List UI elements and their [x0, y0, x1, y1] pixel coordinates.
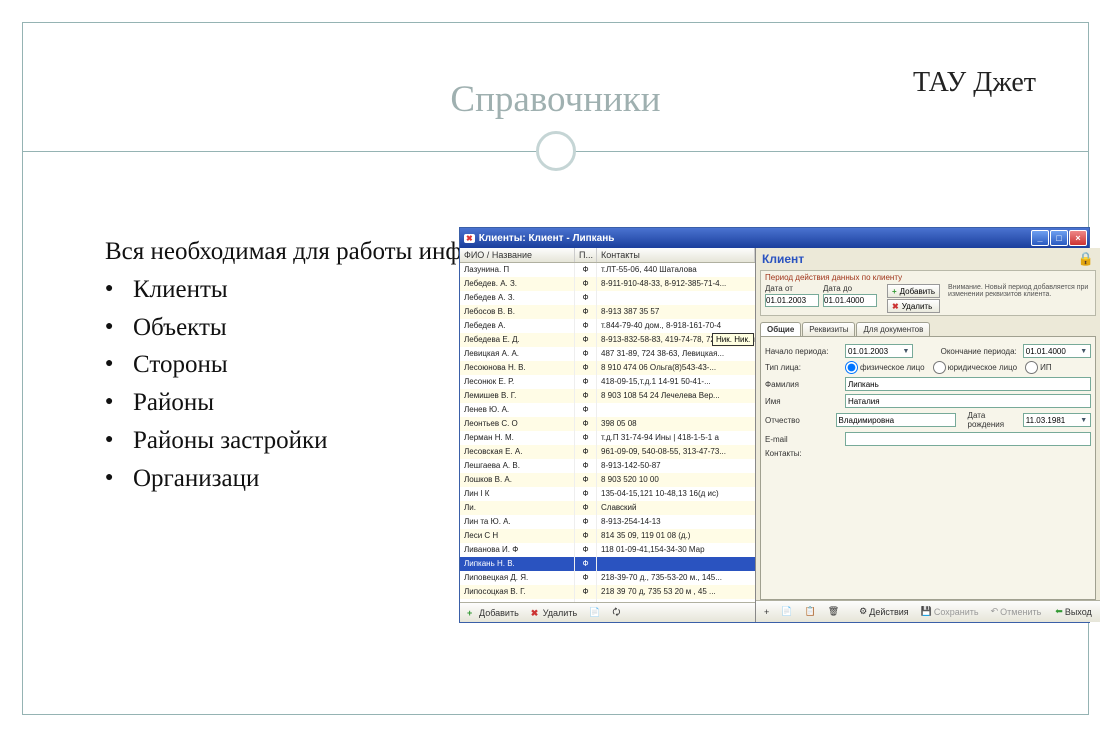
table-row[interactable]: Лесоюнова Н. В.Ф8 910 474 06 Ольга(8)543…	[460, 361, 755, 375]
table-row[interactable]: Ливанова И. ФФ118 01-09-41,154-34-30 Мар	[460, 543, 755, 557]
icon-button[interactable]: 📋	[799, 604, 820, 619]
table-row[interactable]: Лазунина. ПФт.ЛТ-55-06, 440 Шаталова	[460, 263, 755, 277]
x-icon: ✖	[531, 608, 541, 618]
period-start-combo[interactable]: ▼	[845, 344, 913, 358]
client-details-pane: Клиент 🔒 Период действия данных по клиен…	[756, 248, 1100, 622]
titlebar-text: Клиенты: Клиент - Липкань	[464, 233, 614, 244]
paste-icon: 📋	[804, 606, 815, 617]
plus-icon: +	[764, 607, 769, 617]
col-pol[interactable]: П...	[575, 248, 597, 262]
chevron-down-icon[interactable]: ▼	[1078, 345, 1090, 357]
table-row[interactable]: Липкань Н. В.Ф	[460, 557, 755, 571]
period-add-button[interactable]: +Добавить	[887, 284, 940, 298]
col-name[interactable]: ФИО / Название	[460, 248, 575, 262]
actions-button[interactable]: ⚙Действия	[854, 604, 914, 619]
window-maximize-button[interactable]: □	[1050, 230, 1068, 246]
decorative-circle	[536, 131, 576, 171]
copy-icon: 📄	[781, 606, 792, 617]
table-row[interactable]: Лесонюк Е. Р.Ф418-09-15,т.д.1 14-91 50-4…	[460, 375, 755, 389]
table-row[interactable]: Лебедев А. З.Ф	[460, 291, 755, 305]
icon-button[interactable]: 📄	[776, 604, 797, 619]
period-bar: Период действия данных по клиенту Дата о…	[760, 270, 1096, 316]
period-del-button[interactable]: ✖Удалить	[887, 299, 940, 313]
table-row[interactable]: Ленев Ю. А.Ф	[460, 403, 755, 417]
date-from-input[interactable]	[765, 294, 819, 307]
tab-requisites[interactable]: Реквизиты	[802, 322, 855, 336]
plus-icon: +	[892, 287, 897, 296]
copy-icon: 📄	[589, 607, 600, 618]
cancel-button[interactable]: ↶Отменить	[986, 604, 1047, 619]
tabs: Общие Реквизиты Для документов	[760, 322, 1096, 336]
tab-common[interactable]: Общие	[760, 322, 801, 336]
exit-button[interactable]: ⬅Выход	[1050, 604, 1096, 619]
lock-icon[interactable]: 🔒	[1078, 251, 1094, 267]
add-client-button[interactable]: +Добавить	[462, 606, 524, 620]
icon-button[interactable]: +	[759, 605, 774, 619]
radio-ip[interactable]: ИП	[1025, 361, 1052, 374]
table-row[interactable]: Лесовская Е. А.Ф961-09-09, 540-08-55, 31…	[460, 445, 755, 459]
table-row[interactable]: Лебедева Е. Д.Ф8-913-832-58-83, 419-74-7…	[460, 333, 755, 347]
period-end-combo[interactable]: ▼	[1023, 344, 1091, 358]
table-row[interactable]: Лемишев В. Г.Ф8 903 108 54 24 Лечелева В…	[460, 389, 755, 403]
brand-name: ТАУ Джет	[913, 67, 1036, 99]
email-input[interactable]	[845, 432, 1091, 446]
patronymic-input[interactable]	[836, 413, 956, 427]
pane-header: Клиент	[762, 252, 804, 266]
birthdate-combo[interactable]: ▼	[1023, 413, 1091, 427]
table-row[interactable]: Лебедев. А. З.Ф8-911-910-48-33, 8-912-38…	[460, 277, 755, 291]
table-row[interactable]: Лерман Н. М.Фт.д.П 31-74-94 Ины | 418-1-…	[460, 431, 755, 445]
refresh-button[interactable]: 🗘	[607, 603, 625, 623]
surname-input[interactable]	[845, 377, 1091, 391]
plus-icon: +	[467, 608, 477, 618]
grid-body[interactable]: Лазунина. ПФт.ЛТ-55-06, 440 ШаталоваЛебе…	[460, 263, 755, 602]
right-toolbar: + 📄 📋 🗑 ⚙Действия 💾Сохранить ↶Отменить ⬅…	[756, 600, 1100, 622]
period-note: Внимание. Новый период добавляется при и…	[944, 284, 1091, 298]
radio-yur[interactable]: юридическое лицо	[933, 361, 1017, 374]
table-row[interactable]: Липовецкая Д. Я.Ф218-39-70 д., 735-53-20…	[460, 571, 755, 585]
table-row[interactable]: Липосоцкая В. Г.Ф218 39 70 д, 735 53 20 …	[460, 585, 755, 599]
table-row[interactable]: Лошков В. А.Ф8 903 520 10 00	[460, 473, 755, 487]
left-toolbar: +Добавить ✖Удалить 📄 🗘	[460, 602, 755, 622]
name-input[interactable]	[845, 394, 1091, 408]
tooltip: Ник. Ник.	[712, 333, 754, 346]
tab-panel-common: Начало периода: ▼ Окончание периода: ▼ Т…	[760, 336, 1096, 600]
col-contacts[interactable]: Контакты	[597, 248, 755, 262]
refresh-icon: 🗘	[612, 605, 620, 621]
table-row[interactable]: Лебедев А.Фт.844-79-40 дом., 8-918-161-7…	[460, 319, 755, 333]
tab-documents[interactable]: Для документов	[856, 322, 930, 336]
table-row[interactable]: Леонтьев С. ОФ398 05 08	[460, 417, 755, 431]
copy-button[interactable]: 📄	[584, 605, 605, 620]
window-close-button[interactable]: ×	[1069, 230, 1087, 246]
slide: Справочники ТАУ Джет Вся необходимая для…	[0, 0, 1111, 737]
clients-grid-pane: ФИО / Название П... Контакты Лазунина. П…	[460, 248, 756, 622]
undo-icon: ↶	[991, 606, 999, 617]
save-icon: 💾	[921, 606, 932, 617]
window-minimize-button[interactable]: _	[1031, 230, 1049, 246]
radio-fiz[interactable]: физическое лицо	[845, 361, 925, 374]
grid-header: ФИО / Название П... Контакты	[460, 248, 755, 263]
delete-client-button[interactable]: ✖Удалить	[526, 606, 582, 620]
app-window: Клиенты: Клиент - Липкань _ □ × ФИО / На…	[459, 227, 1090, 623]
table-row[interactable]: Ли. ФСлавский	[460, 501, 755, 515]
icon-button[interactable]: 🗑	[823, 604, 844, 619]
table-row[interactable]: Лебосов В. В.Ф8-913 387 35 57	[460, 305, 755, 319]
titlebar[interactable]: Клиенты: Клиент - Липкань _ □ ×	[460, 228, 1089, 248]
gear-icon: ⚙	[859, 606, 867, 617]
table-row[interactable]: Лин I КФ135-04-15,121 10-48,13 16(д ис)	[460, 487, 755, 501]
period-caption: Период действия данных по клиенту	[765, 273, 1091, 282]
chevron-down-icon[interactable]: ▼	[1078, 414, 1090, 426]
exit-icon: ⬅	[1055, 606, 1063, 617]
slide-border: Справочники ТАУ Джет Вся необходимая для…	[22, 22, 1089, 715]
table-row[interactable]: Лин та Ю. А.Ф8-913-254-14-13	[460, 515, 755, 529]
chevron-down-icon[interactable]: ▼	[900, 345, 912, 357]
table-row[interactable]: Лешгаева А. В.Ф8-913-142-50-87	[460, 459, 755, 473]
x-icon: ✖	[892, 302, 899, 311]
date-to-input[interactable]	[823, 294, 877, 307]
delete-icon: 🗑	[828, 606, 839, 617]
save-button[interactable]: 💾Сохранить	[916, 604, 984, 619]
table-row[interactable]: Левицкая А. А.Ф487 31-89, 724 38-63, Лев…	[460, 347, 755, 361]
table-row[interactable]: Леси С НФ814 35 09, 119 01 08 (д.)	[460, 529, 755, 543]
